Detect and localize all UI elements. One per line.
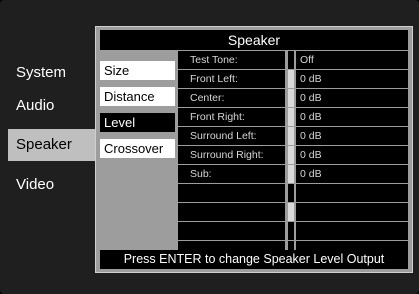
- setting-label: Sub:: [178, 165, 285, 183]
- setting-row[interactable]: Surround Left: 0 dB: [178, 127, 408, 146]
- setting-label: Test Tone:: [178, 51, 285, 69]
- setting-value[interactable]: Off: [296, 51, 408, 69]
- setting-row[interactable]: Sub: 0 dB: [178, 165, 408, 184]
- setting-row: [178, 203, 408, 222]
- panel-title: Speaker: [100, 30, 408, 50]
- setting-value[interactable]: 0 dB: [296, 70, 408, 88]
- level-marker: [288, 70, 294, 88]
- menu-item-video[interactable]: Video: [8, 169, 97, 201]
- main-menu: System Audio Speaker Video: [0, 0, 97, 294]
- submenu-item-size[interactable]: Size: [100, 61, 175, 80]
- level-marker: [288, 108, 294, 126]
- level-marker: [288, 127, 294, 145]
- help-text: Press ENTER to change Speaker Level Outp…: [100, 250, 408, 269]
- level-marker: [288, 146, 294, 164]
- setting-value[interactable]: 0 dB: [296, 165, 408, 183]
- submenu-item-level[interactable]: Level: [100, 113, 175, 132]
- submenu-item-crossover[interactable]: Crossover: [100, 139, 175, 158]
- setting-label: Center:: [178, 89, 285, 107]
- level-marker: [288, 222, 294, 240]
- setting-value: [296, 222, 408, 240]
- osd-screen: System Audio Speaker Video Speaker Size …: [0, 0, 419, 294]
- setting-label: Front Right:: [178, 108, 285, 126]
- setting-label: [178, 203, 285, 221]
- setting-value[interactable]: 0 dB: [296, 146, 408, 164]
- submenu-item-distance[interactable]: Distance: [100, 87, 175, 106]
- setting-row: [178, 184, 408, 203]
- setting-label: Surround Right:: [178, 146, 285, 164]
- setting-row[interactable]: Surround Right: 0 dB: [178, 146, 408, 165]
- setting-row[interactable]: Center: 0 dB: [178, 89, 408, 108]
- setting-label: Front Left:: [178, 70, 285, 88]
- menu-item-speaker[interactable]: Speaker: [8, 129, 97, 161]
- level-marker: [288, 165, 294, 183]
- setting-value: [296, 184, 408, 202]
- setting-label: [178, 222, 285, 240]
- speaker-panel: Speaker Size Distance Level Crossover Te…: [95, 26, 413, 273]
- setting-label: Surround Left:: [178, 127, 285, 145]
- setting-value[interactable]: 0 dB: [296, 89, 408, 107]
- setting-value[interactable]: 0 dB: [296, 127, 408, 145]
- setting-row[interactable]: Test Tone: Off: [178, 51, 408, 70]
- setting-row[interactable]: Front Left: 0 dB: [178, 70, 408, 89]
- setting-value[interactable]: 0 dB: [296, 108, 408, 126]
- menu-item-audio[interactable]: Audio: [8, 90, 97, 122]
- level-marker: [288, 89, 294, 107]
- menu-item-system[interactable]: System: [8, 57, 97, 89]
- level-marker: [288, 203, 294, 221]
- level-marker: [288, 184, 294, 202]
- setting-row: [178, 222, 408, 241]
- setting-row[interactable]: Front Right: 0 dB: [178, 108, 408, 127]
- level-marker: [288, 51, 294, 69]
- level-settings-grid: Test Tone: Off Front Left: 0 dB Center: 0 dB F…: [178, 51, 408, 259]
- setting-value: [296, 203, 408, 221]
- setting-label: [178, 184, 285, 202]
